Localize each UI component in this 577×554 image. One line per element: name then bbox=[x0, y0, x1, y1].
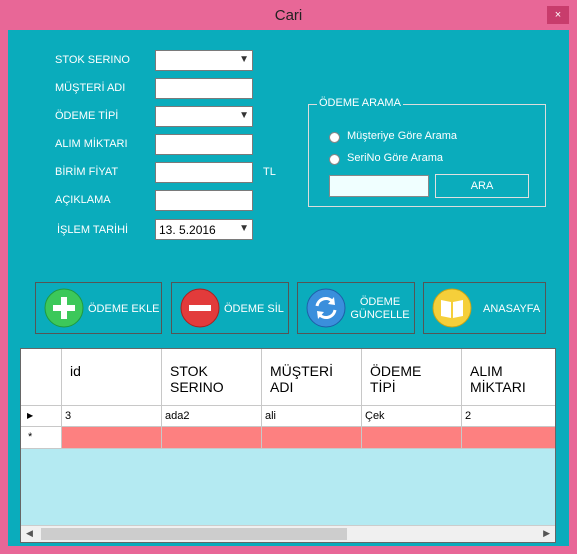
plus-icon bbox=[44, 288, 84, 328]
column-header-label: MÜŞTERİ ADI bbox=[270, 363, 333, 395]
column-header-line1: ÖDEME bbox=[370, 363, 422, 379]
refresh-icon bbox=[306, 288, 346, 328]
scroll-left-icon[interactable]: ◀ bbox=[26, 528, 33, 539]
search-button[interactable]: ARA bbox=[435, 174, 529, 198]
column-header-musteri-adi[interactable]: MÜŞTERİ ADI bbox=[262, 349, 362, 406]
window-title: Cari bbox=[274, 7, 303, 24]
chevron-down-icon: ▼ bbox=[239, 54, 249, 65]
odeme-guncelle-label-line2: GÜNCELLE bbox=[350, 309, 410, 321]
table-cell[interactable]: 3 bbox=[62, 406, 162, 427]
column-header-id[interactable]: id bbox=[62, 349, 162, 406]
serino-search-radio[interactable] bbox=[329, 154, 340, 165]
row-header-corner bbox=[21, 349, 62, 406]
table-cell[interactable]: ada2 bbox=[162, 406, 262, 427]
new-row-cell[interactable] bbox=[262, 427, 362, 449]
stok-serino-label: STOK SERINO bbox=[55, 54, 130, 66]
date-value: 13. 5.2016 bbox=[159, 223, 216, 237]
musteri-adi-label: MÜŞTERİ ADI bbox=[55, 82, 126, 94]
column-header-line1: STOK bbox=[170, 363, 208, 379]
chevron-down-icon: ▼ bbox=[239, 110, 249, 121]
column-header-line2: ADI bbox=[270, 379, 294, 395]
row-header-current[interactable]: ▶ bbox=[21, 406, 62, 427]
serino-search-radio-label: SeriNo Göre Arama bbox=[347, 152, 443, 164]
musteri-adi-field[interactable] bbox=[155, 78, 253, 99]
aciklama-label: AÇIKLAMA bbox=[55, 194, 111, 206]
odeme-guncelle-label: ÖDEME GÜNCELLE bbox=[350, 296, 410, 322]
cell-value: ali bbox=[265, 410, 277, 422]
odeme-tipi-label: ÖDEME TİPİ bbox=[55, 110, 119, 122]
odeme-sil-button[interactable]: ÖDEME SİL bbox=[171, 282, 289, 334]
odeme-ekle-label: ÖDEME EKLE bbox=[88, 303, 160, 315]
column-header-line1: MÜŞTERİ bbox=[270, 363, 333, 379]
stok-serino-select[interactable]: ▼ bbox=[155, 50, 253, 71]
new-row-cell[interactable] bbox=[62, 427, 162, 449]
cell-value: ada2 bbox=[165, 410, 190, 422]
islem-tarihi-label: İŞLEM TARİHİ bbox=[57, 224, 129, 236]
anasayfa-label: ANASAYFA bbox=[483, 303, 541, 315]
new-row-indicator-icon: * bbox=[28, 431, 33, 443]
book-icon bbox=[432, 288, 472, 328]
aciklama-field[interactable] bbox=[155, 190, 253, 211]
column-header-line1: ALIM bbox=[470, 363, 503, 379]
column-header-label: STOK SERINO bbox=[170, 363, 224, 395]
title-bar: Cari × bbox=[0, 0, 577, 30]
cell-value: 2 bbox=[465, 410, 472, 422]
table-cell[interactable]: Çek bbox=[362, 406, 462, 427]
group-legend: ÖDEME ARAMA bbox=[317, 97, 403, 109]
chevron-down-icon: ▼ bbox=[239, 223, 249, 234]
cell-value: 3 bbox=[65, 410, 72, 422]
new-row-cell[interactable] bbox=[362, 427, 462, 449]
horizontal-scrollbar[interactable]: ◀ ▶ bbox=[21, 525, 555, 542]
cell-value: Çek bbox=[365, 410, 385, 422]
column-header-label: id bbox=[70, 363, 81, 379]
column-header-odeme-tipi[interactable]: ÖDEME TİPİ bbox=[362, 349, 462, 406]
islem-tarihi-datepicker[interactable]: 13. 5.2016 ▼ bbox=[155, 219, 253, 240]
search-input[interactable] bbox=[329, 175, 429, 197]
minus-icon bbox=[180, 288, 220, 328]
column-header-line2: MİKTARI bbox=[470, 379, 526, 395]
odeme-sil-label: ÖDEME SİL bbox=[224, 303, 284, 315]
odeme-arama-group: ÖDEME ARAMA Müşteriye Göre Arama SeriNo … bbox=[308, 97, 546, 207]
scroll-right-icon[interactable]: ▶ bbox=[543, 528, 550, 539]
column-header-line1: id bbox=[70, 363, 81, 379]
odeme-guncelle-label-line1: ÖDEME bbox=[359, 296, 401, 308]
table-cell[interactable]: 2 bbox=[462, 406, 555, 427]
odeme-data-grid[interactable]: id STOK SERINO MÜŞTERİ ADI ÖDEME TİPİ AL… bbox=[20, 348, 556, 543]
odeme-guncelle-button[interactable]: ÖDEME GÜNCELLE bbox=[297, 282, 415, 334]
column-header-line2: TİPİ bbox=[370, 379, 396, 395]
odeme-tipi-select[interactable]: ▼ bbox=[155, 106, 253, 127]
column-header-stok-serino[interactable]: STOK SERINO bbox=[162, 349, 262, 406]
window: Cari × STOK SERINO MÜŞTERİ ADI ÖDEME TİP… bbox=[0, 0, 577, 554]
new-row-cell[interactable] bbox=[162, 427, 262, 449]
musteri-search-radio-label: Müşteriye Göre Arama bbox=[347, 130, 458, 142]
musteri-search-radio[interactable] bbox=[329, 132, 340, 143]
form-client-area: STOK SERINO MÜŞTERİ ADI ÖDEME TİPİ ALIM … bbox=[8, 30, 569, 546]
row-header-new[interactable]: * bbox=[21, 427, 62, 449]
birim-fiyat-field[interactable] bbox=[155, 162, 253, 183]
table-cell[interactable]: ali bbox=[262, 406, 362, 427]
column-header-line2: SERINO bbox=[170, 379, 224, 395]
currency-label: TL bbox=[263, 166, 276, 178]
close-button[interactable]: × bbox=[547, 6, 569, 24]
current-row-indicator-icon: ▶ bbox=[27, 411, 34, 420]
birim-fiyat-label: BİRİM FİYAT bbox=[55, 166, 119, 178]
alim-miktari-label: ALIM MİKTARI bbox=[55, 138, 128, 150]
new-row-cell[interactable] bbox=[462, 427, 555, 449]
column-header-label: ALIM MİKTARI bbox=[470, 363, 526, 395]
scrollbar-thumb[interactable] bbox=[41, 528, 347, 540]
column-header-label: ÖDEME TİPİ bbox=[370, 363, 421, 395]
odeme-ekle-button[interactable]: ÖDEME EKLE bbox=[35, 282, 162, 334]
anasayfa-button[interactable]: ANASAYFA bbox=[423, 282, 546, 334]
alim-miktari-field[interactable] bbox=[155, 134, 253, 155]
column-header-alim-miktari[interactable]: ALIM MİKTARI bbox=[462, 349, 555, 406]
